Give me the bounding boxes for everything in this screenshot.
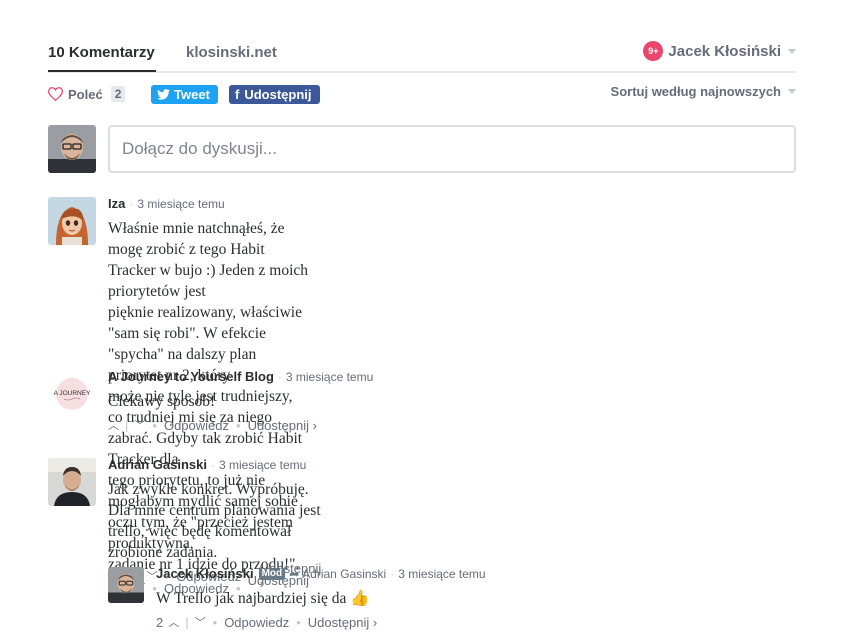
tweet-button[interactable]: Tweet	[151, 85, 218, 104]
share-button[interactable]: Udostępnij ›	[248, 418, 317, 433]
reply-arrow-icon: ➦	[289, 567, 300, 581]
tab-comments[interactable]: 10 Komentarzy	[48, 44, 156, 72]
share-button[interactable]: Udostępnij ›	[308, 615, 377, 630]
upvote-icon[interactable]: ︿	[108, 417, 119, 433]
twitter-icon	[157, 89, 170, 100]
comment-time[interactable]: 3 miesiące temu	[398, 567, 485, 581]
comment-text: W Trello jak najbardziej się da 👍	[156, 590, 370, 607]
comment-author[interactable]: A Journey to Yourself Blog	[108, 370, 274, 384]
blog-logo-image: A JOURNEY	[48, 370, 96, 418]
action-bar: Poleć 2 Tweet f Udostępnij Sortuj według…	[48, 84, 796, 106]
recommend-label: Poleć	[68, 86, 103, 102]
comment-header: Adrian Gasinski · 3 miesiące temu	[108, 457, 307, 473]
heart-icon	[48, 87, 63, 101]
comment-time[interactable]: 3 miesiące temu	[137, 197, 224, 211]
avatar[interactable]	[108, 567, 144, 603]
reply-button[interactable]: Odpowiedz	[224, 615, 289, 630]
sort-dropdown[interactable]: Sortuj według najnowszych	[611, 84, 796, 99]
facebook-icon: f	[235, 87, 240, 102]
sort-label: Sortuj według najnowszych	[610, 84, 781, 99]
avatar[interactable]	[48, 125, 96, 173]
user-avatar-image	[48, 458, 96, 506]
notification-badge[interactable]: 9+	[643, 41, 664, 61]
comment-time[interactable]: 3 miesiące temu	[286, 370, 373, 384]
comment-text: Jak zwykle konkret. Wypróbuję. Dla mnie …	[108, 481, 321, 561]
comment-header: Iza · 3 miesiące temu	[108, 196, 225, 212]
user-avatar-image	[108, 567, 144, 603]
tweet-label: Tweet	[174, 87, 210, 102]
cartoon-avatar-image	[48, 197, 96, 245]
comment-footer: 2 ︿ | ﹀ • Odpowiedz • Udostępnij ›	[156, 614, 378, 630]
reply-button[interactable]: Odpowiedz	[164, 418, 229, 433]
thread-nav: 10 Komentarzy klosinski.net 9+ Jacek Kło…	[48, 40, 796, 73]
chevron-down-icon[interactable]	[788, 48, 796, 54]
comment-input[interactable]	[108, 125, 796, 173]
tab-site[interactable]: klosinski.net	[186, 44, 277, 61]
svg-text:A JOURNEY: A JOURNEY	[54, 390, 92, 397]
comment-body: A Journey to Yourself Blog · 3 miesiące …	[108, 370, 373, 433]
downvote-icon[interactable]: ﹀	[195, 614, 206, 630]
parent-author-link[interactable]: Adrian Gasinski	[302, 567, 386, 581]
avatar[interactable]	[48, 458, 96, 506]
chevron-down-icon	[788, 89, 796, 94]
user-avatar-image	[48, 125, 96, 173]
comment-author[interactable]: Adrian Gasinski	[108, 458, 207, 472]
comment-header: A Journey to Yourself Blog · 3 miesiące …	[108, 369, 374, 385]
vote-count: 2	[156, 614, 164, 630]
user-name[interactable]: Jacek Kłosiński	[668, 43, 781, 60]
comment-author[interactable]: Iza	[108, 197, 125, 211]
facebook-share-button[interactable]: f Udostępnij	[229, 85, 320, 104]
avatar[interactable]	[48, 197, 96, 245]
mod-badge: Mod	[258, 568, 286, 580]
user-menu[interactable]: 9+ Jacek Kłosiński	[643, 41, 796, 61]
downvote-icon[interactable]: ﹀	[134, 417, 145, 433]
comment-footer: ︿ | ﹀ • Odpowiedz • Udostępnij ›	[108, 417, 317, 433]
comment-time[interactable]: 3 miesiące temu	[219, 458, 306, 472]
comment-header: Jacek Kłosiński Mod ➦ Adrian Gasinski · …	[156, 566, 486, 582]
avatar[interactable]: A JOURNEY	[48, 370, 96, 418]
recommend-button[interactable]: Poleć 2	[48, 86, 126, 102]
recommend-count: 2	[110, 86, 126, 102]
comment-author[interactable]: Jacek Kłosiński	[156, 567, 254, 581]
comment-body: Jacek Kłosiński Mod ➦ Adrian Gasinski · …	[156, 567, 486, 630]
upvote-icon[interactable]: ︿	[168, 614, 179, 630]
comment-text: Ciekawy sposob!	[108, 393, 216, 410]
facebook-share-label: Udostępnij	[244, 87, 312, 102]
